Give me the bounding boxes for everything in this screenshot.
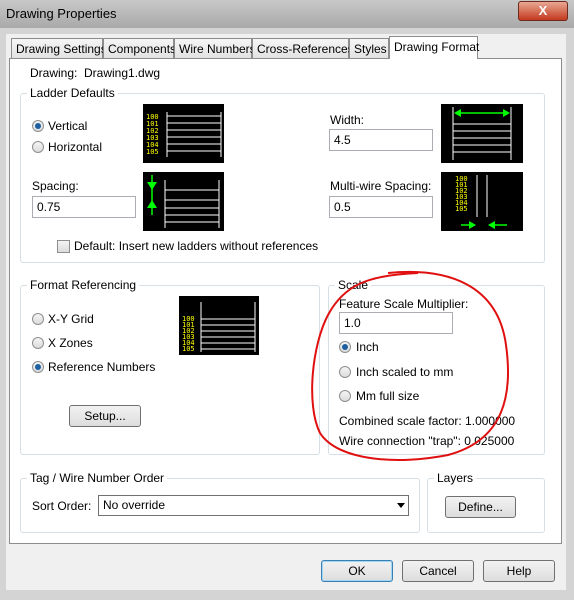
tab-styles[interactable]: Styles <box>349 38 389 58</box>
tab-cross-references[interactable]: Cross-References <box>252 38 354 58</box>
default-no-references-checkbox[interactable] <box>57 240 70 253</box>
spacing-label: Spacing: <box>32 179 79 193</box>
reference-numbers-radio[interactable] <box>32 361 44 373</box>
annotation-circle <box>311 270 509 461</box>
x-zones-radio[interactable] <box>32 337 44 349</box>
define-layers-button[interactable]: Define... <box>445 496 516 518</box>
ok-button[interactable]: OK <box>321 560 393 582</box>
vertical-radio[interactable] <box>32 120 44 132</box>
setup-button[interactable]: Setup... <box>69 405 141 427</box>
width-label: Width: <box>330 113 365 127</box>
width-preview <box>441 104 523 163</box>
reference-numbers-label[interactable]: Reference Numbers <box>48 360 155 374</box>
tab-components[interactable]: Components <box>103 38 176 58</box>
vertical-label[interactable]: Vertical <box>48 119 87 133</box>
ladder-vertical-preview: 100 101 102 103 104 105 <box>143 104 224 163</box>
layers-title: Layers <box>434 471 477 485</box>
cancel-button[interactable]: Cancel <box>402 560 474 582</box>
preview-num: 105 <box>182 345 195 353</box>
chevron-down-icon <box>397 503 405 508</box>
multiwire-preview: 100 101 102 103 104 105 <box>441 172 523 231</box>
tab-drawing-settings[interactable]: Drawing Settings <box>11 38 107 58</box>
multiwire-spacing-label: Multi-wire Spacing: <box>330 179 432 193</box>
ladder-defaults-title: Ladder Defaults <box>27 86 118 100</box>
close-button[interactable]: X <box>518 1 568 21</box>
xy-grid-label[interactable]: X-Y Grid <box>48 312 94 326</box>
sort-order-value: No override <box>103 498 166 512</box>
tab-drawing-format[interactable]: Drawing Format <box>389 36 479 59</box>
tab-wire-numbers[interactable]: Wire Numbers <box>174 38 256 58</box>
x-zones-label[interactable]: X Zones <box>48 336 93 350</box>
preview-num: 105 <box>455 205 468 213</box>
xy-grid-radio[interactable] <box>32 313 44 325</box>
spacing-input[interactable]: 0.75 <box>32 196 136 218</box>
title-bar: Drawing Properties X <box>0 0 574 29</box>
width-input[interactable]: 4.5 <box>329 129 433 151</box>
drawing-label: Drawing: <box>30 66 78 80</box>
horizontal-radio[interactable] <box>32 141 44 153</box>
horizontal-label[interactable]: Horizontal <box>48 140 102 154</box>
format-referencing-title: Format Referencing <box>27 278 140 292</box>
sort-order-select[interactable]: No override <box>98 495 409 516</box>
window-title: Drawing Properties <box>6 6 117 21</box>
reference-preview: 100 101 102 103 104 105 <box>179 296 259 355</box>
help-button[interactable]: Help <box>483 560 555 582</box>
spacing-preview <box>143 172 224 231</box>
multiwire-spacing-input[interactable]: 0.5 <box>329 196 433 218</box>
drawing-name: Drawing1.dwg <box>84 66 161 80</box>
preview-num: 105 <box>146 148 159 156</box>
sort-order-label: Sort Order: <box>32 499 92 513</box>
default-no-references-label[interactable]: Default: Insert new ladders without refe… <box>74 239 318 253</box>
tag-order-title: Tag / Wire Number Order <box>27 471 168 485</box>
